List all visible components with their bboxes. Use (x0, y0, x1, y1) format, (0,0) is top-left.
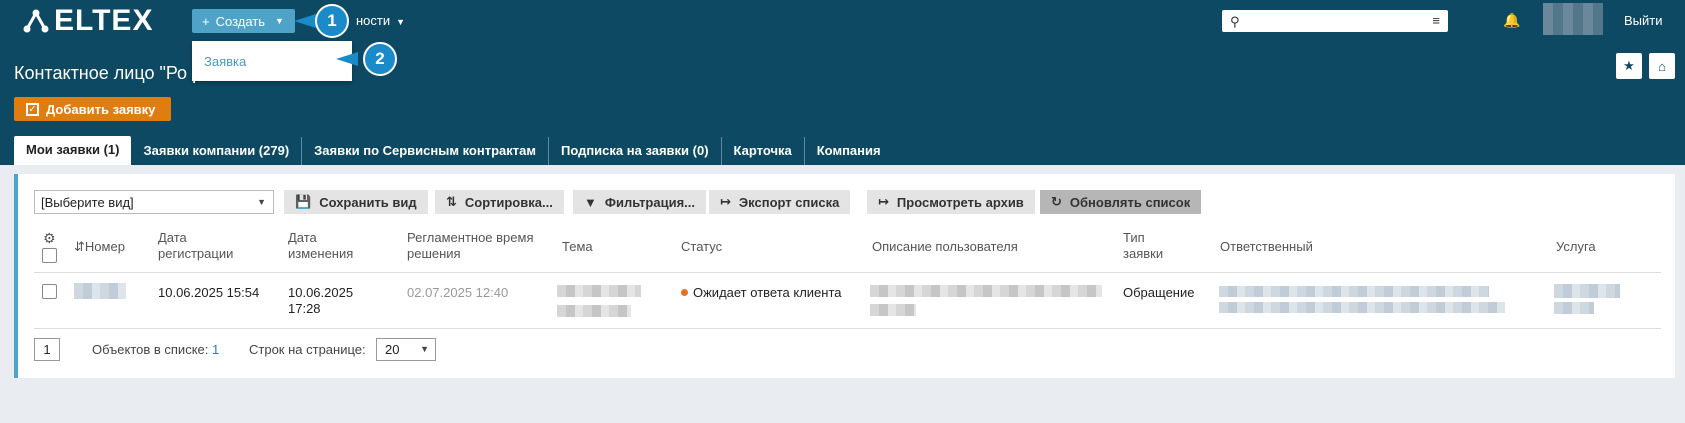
caret-down-icon: ▼ (420, 344, 429, 354)
home-icon[interactable]: ⌂ (1649, 53, 1675, 79)
filter-label: Фильтрация... (604, 194, 696, 210)
header-divider (34, 272, 1661, 273)
archive-icon: ↦ (878, 194, 889, 209)
view-archive-button[interactable]: ↦ Просмотреть архив (867, 190, 1035, 214)
tab-company[interactable]: Компания (805, 137, 893, 165)
nav-menu-item[interactable]: ности ▼ (356, 13, 405, 28)
column-header-description[interactable]: Описание пользователя (872, 239, 1018, 255)
column-settings-gear-icon[interactable]: ⚙ (43, 230, 56, 247)
tab-service-contract-requests[interactable]: Заявки по Сервисным контрактам (302, 137, 549, 165)
filter-funnel-icon: ▼ (584, 194, 597, 210)
row-divider (34, 328, 1661, 329)
add-request-button[interactable]: ✓ Добавить заявку (14, 97, 171, 121)
notifications-bell-icon[interactable]: 🔔 (1503, 12, 1520, 29)
filter-button[interactable]: ▼ Фильтрация... (573, 190, 707, 214)
cell-reg-date: 10.06.2025 15:54 (158, 285, 260, 300)
refresh-icon: ↻ (1051, 194, 1062, 209)
export-list-button[interactable]: ↦ Экспорт списка (709, 190, 851, 214)
objects-count: Объектов в списке: 1 (92, 342, 219, 357)
logout-link[interactable]: Выйти (1624, 13, 1663, 28)
rows-per-page-value: 20 (385, 342, 400, 357)
caret-down-icon: ▼ (396, 17, 406, 27)
create-label: Создать (215, 13, 265, 29)
column-header-mod-date[interactable]: Дата изменения (288, 230, 378, 262)
export-icon: ↦ (720, 194, 731, 209)
redacted-service (1554, 302, 1594, 314)
tab-request-subscription[interactable]: Подписка на заявки (0) (549, 137, 722, 165)
redacted-description (870, 285, 1102, 297)
tab-my-requests[interactable]: Мои заявки (1) (14, 136, 132, 165)
rows-per-page-select[interactable]: 20 ▼ (376, 338, 436, 361)
sort-icon: ⇵ (74, 239, 85, 254)
column-header-status[interactable]: Статус (681, 239, 722, 255)
objects-count-value: 1 (212, 342, 220, 357)
redacted-topic (557, 305, 631, 317)
column-header-reg-date[interactable]: Дата регистрации (158, 230, 258, 262)
redacted-responsible (1219, 286, 1489, 297)
callout-badge-1: 1 (315, 4, 349, 38)
column-header-responsible[interactable]: Ответственный (1220, 239, 1313, 255)
plus-icon: + (202, 13, 210, 29)
tabs-bar: Мои заявки (1) Заявки компании (279) Зая… (14, 136, 893, 165)
save-view-label: Сохранить вид (319, 194, 417, 210)
archive-label: Просмотреть архив (896, 194, 1024, 210)
search-icon: ⚲ (1230, 14, 1240, 29)
view-select[interactable]: [Выберите вид] ▼ (34, 190, 274, 214)
callout-badge-2: 2 (363, 42, 397, 76)
caret-down-icon: ▼ (275, 16, 284, 26)
save-view-button[interactable]: 💾 Сохранить вид (284, 190, 428, 214)
sort-button[interactable]: ⇅ Сортировка... (435, 190, 564, 214)
column-header-service[interactable]: Услуга (1556, 239, 1596, 255)
refresh-label: Обновлять список (1069, 194, 1191, 210)
objects-count-label: Объектов в списке: (92, 342, 209, 357)
logo[interactable]: ELTEX (22, 4, 154, 37)
cell-type: Обращение (1123, 285, 1195, 300)
column-header-type[interactable]: Тип заявки (1123, 230, 1183, 262)
page-title: Контактное лицо "Ро р г Клиент" (14, 63, 285, 83)
column-header-number[interactable]: ⇵Номер (74, 239, 125, 255)
caret-down-icon: ▼ (257, 197, 266, 207)
add-request-label: Добавить заявку (46, 101, 156, 117)
cell-mod-date: 10.06.2025 17:28 (288, 285, 354, 316)
status-dot-icon (681, 289, 688, 296)
tab-card[interactable]: Карточка (722, 137, 805, 165)
eltex-logo-icon (23, 9, 49, 33)
save-icon: 💾 (295, 194, 312, 209)
status-label: Ожидает ответа клиента (693, 285, 842, 300)
rows-per-page-label: Строк на странице: (249, 342, 366, 357)
redacted-request-number[interactable] (74, 283, 126, 299)
redacted-service (1554, 284, 1620, 298)
redacted-topic (557, 285, 641, 297)
select-all-checkbox[interactable] (42, 248, 57, 263)
sort-label: Сортировка... (464, 194, 553, 210)
logo-text: ELTEX (54, 4, 154, 37)
cell-deadline: 02.07.2025 12:40 (407, 285, 509, 300)
favorite-star-icon[interactable]: ★ (1616, 53, 1642, 79)
row-checkbox[interactable] (42, 284, 57, 299)
avatar[interactable] (1543, 3, 1603, 35)
cell-status: Ожидает ответа клиента (681, 285, 841, 301)
tab-company-requests[interactable]: Заявки компании (279) (131, 137, 303, 165)
column-header-number-label: Номер (84, 239, 125, 254)
create-button[interactable]: + Создать ▼ (192, 9, 295, 33)
callout-pointer (294, 14, 316, 28)
page-number-box[interactable]: 1 (34, 338, 60, 361)
callout-pointer (336, 52, 358, 66)
refresh-list-button[interactable]: ↻ Обновлять список (1040, 190, 1202, 214)
export-label: Экспорт списка (738, 194, 840, 210)
sort-arrows-icon: ⇅ (446, 194, 457, 209)
checkbox-edit-icon: ✓ (26, 102, 39, 116)
column-header-deadline[interactable]: Регламентное время решения (407, 230, 547, 262)
redacted-description (870, 304, 916, 316)
search-field[interactable]: ⚲ ≡ (1222, 10, 1448, 32)
view-select-value: [Выберите вид] (41, 195, 134, 210)
filter-settings-icon[interactable]: ≡ (1432, 13, 1440, 28)
nav-menu-label: ности (356, 13, 391, 28)
column-header-topic[interactable]: Тема (562, 239, 593, 255)
redacted-responsible (1219, 302, 1505, 313)
